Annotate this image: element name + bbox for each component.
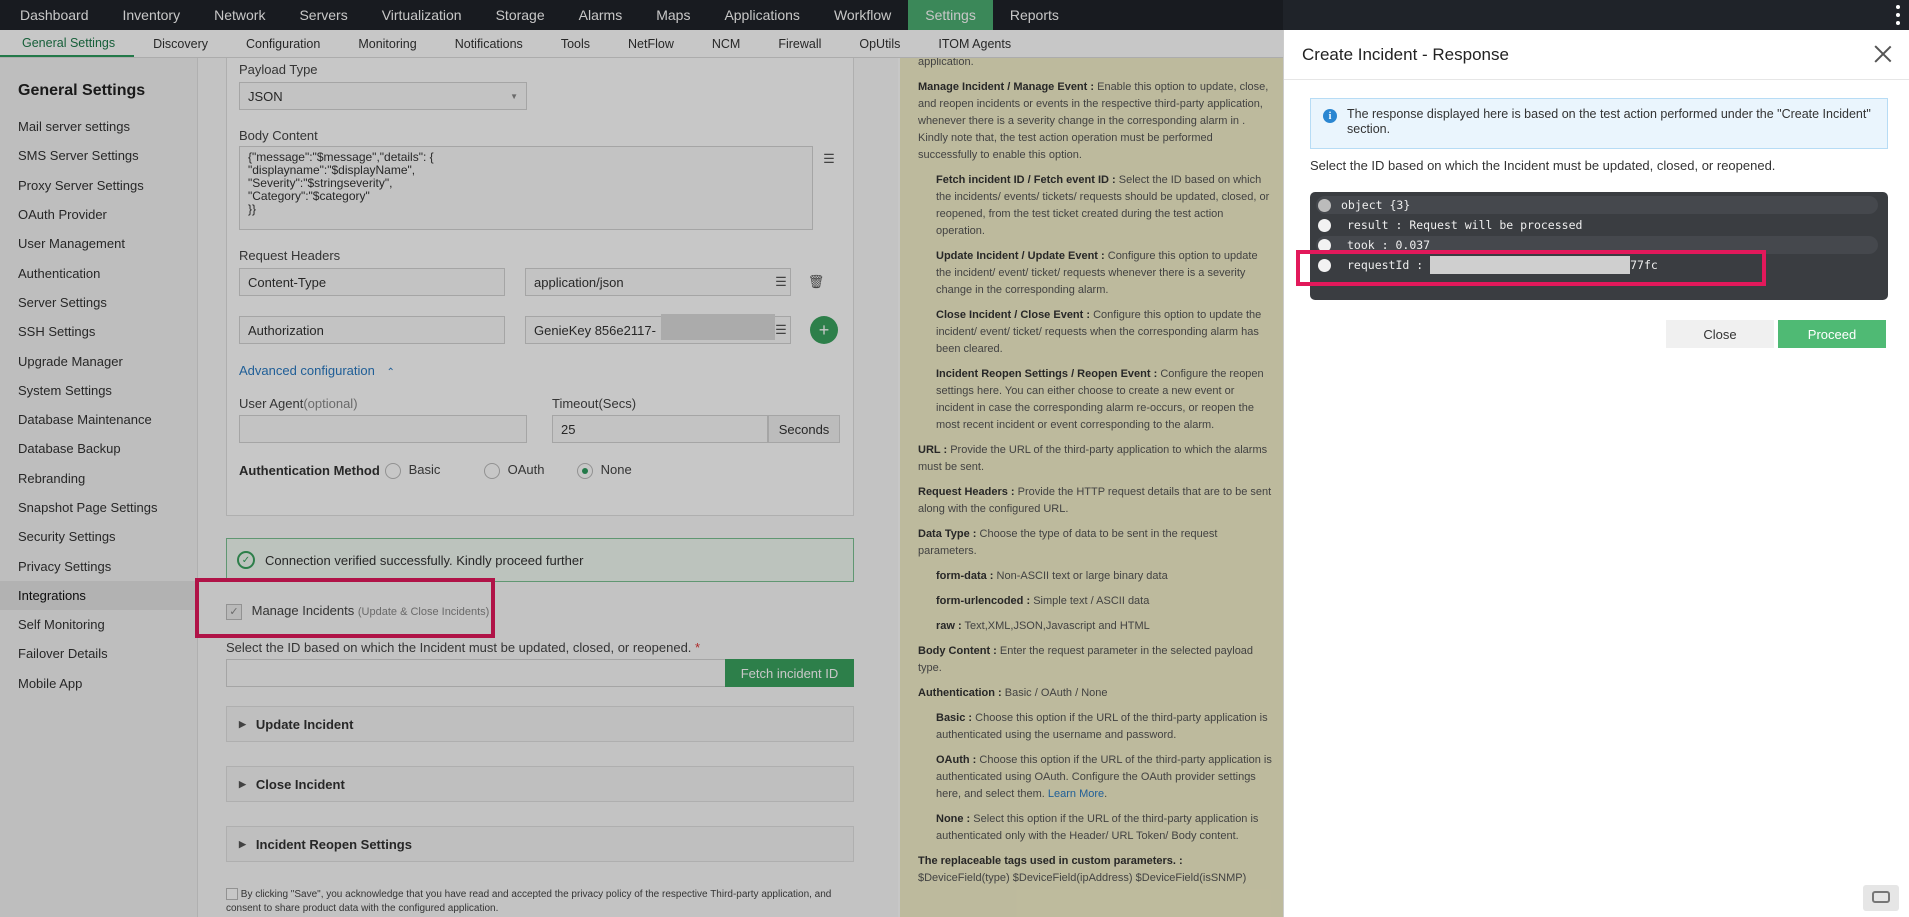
close-icon[interactable]: [1871, 42, 1895, 66]
info-icon: i: [1323, 109, 1337, 123]
json-row-object[interactable]: object {3}: [1316, 196, 1878, 214]
close-button[interactable]: Close: [1666, 320, 1774, 348]
create-incident-response-modal: Create Incident - Response i The respons…: [1283, 30, 1909, 917]
chat-icon[interactable]: [1863, 885, 1899, 911]
json-value: Request will be processed: [1409, 218, 1583, 232]
modal-header: Create Incident - Response: [1284, 30, 1909, 80]
info-text: The response displayed here is based on …: [1347, 107, 1871, 136]
json-key: result: [1347, 218, 1389, 232]
info-banner: i The response displayed here is based o…: [1310, 98, 1888, 149]
json-key: object: [1341, 198, 1383, 212]
json-row-result[interactable]: result : Request will be processed: [1316, 216, 1878, 234]
modal-title: Create Incident - Response: [1302, 44, 1509, 64]
radio-bullet-icon[interactable]: [1318, 218, 1331, 232]
more-menu-icon[interactable]: [1895, 5, 1901, 25]
radio-bullet-icon[interactable]: [1318, 198, 1331, 212]
proceed-button[interactable]: Proceed: [1778, 320, 1886, 348]
modal-backdrop[interactable]: [0, 0, 1283, 917]
request-id-highlight: [1296, 250, 1766, 286]
select-id-instruction: Select the ID based on which the Inciden…: [1310, 158, 1776, 173]
json-value: {3}: [1389, 198, 1411, 212]
